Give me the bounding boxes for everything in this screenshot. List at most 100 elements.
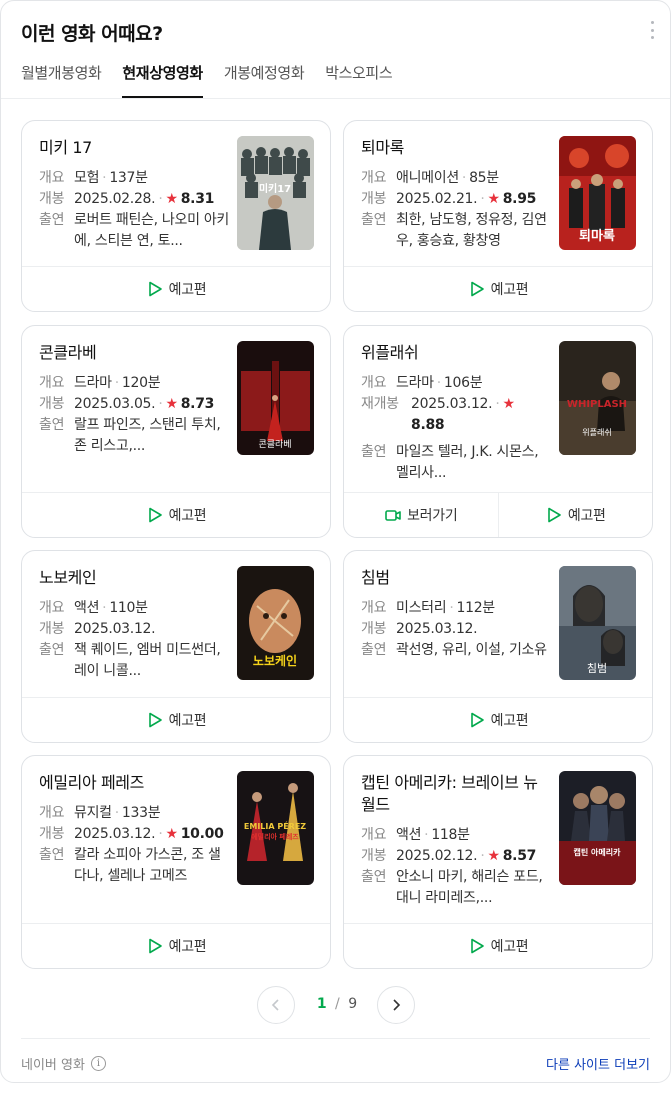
trailer-button[interactable]: 예고편: [344, 924, 652, 968]
genre-label: 개요: [361, 827, 387, 843]
rating-score: 10.00: [180, 826, 224, 842]
chevron-right-icon: [393, 999, 401, 1011]
trailer-label: 예고편: [567, 508, 606, 524]
release-date: 2025.03.05.: [74, 396, 156, 412]
release-date: 2025.03.12.: [74, 621, 156, 637]
trailer-label: 예고편: [490, 939, 529, 955]
movie-title[interactable]: 위플래쉬: [361, 342, 551, 364]
star-icon: ★: [487, 848, 500, 864]
genre-label: 개요: [39, 600, 65, 616]
movie-title[interactable]: 침범: [361, 567, 551, 589]
svg-text:WHIPLASH: WHIPLASH: [567, 399, 627, 410]
trailer-label: 예고편: [168, 282, 207, 298]
genre-value: 액션: [74, 600, 100, 616]
release-label: 개봉: [39, 396, 65, 412]
poster-title-text: EMILIA PÉREZ: [244, 820, 306, 831]
movie-title[interactable]: 콘클라베: [39, 342, 229, 364]
info-icon[interactable]: i: [90, 1056, 106, 1071]
runtime-value: 120분: [121, 375, 161, 391]
cast-label: 출연: [39, 642, 65, 658]
movie-card[interactable]: 미키 17 개요 모험 · 137분 개봉 2025.02.28. · ★ 8.31 출연 로버…: [21, 120, 331, 312]
watch-button[interactable]: 보러가기: [344, 493, 498, 537]
rerelease-label: 재개봉: [361, 396, 399, 412]
movie-poster[interactable]: EMILIA PÉREZ 에밀리아 페레즈: [237, 771, 314, 885]
trailer-button[interactable]: 예고편: [344, 698, 652, 742]
movie-poster[interactable]: 캡틴 아메리카: [559, 771, 636, 885]
poster-title-text: 노보케인: [253, 653, 297, 668]
movie-card[interactable]: 노보케인 개요 액션 · 110분 개봉 2025.03.12. 출연 잭 퀘이드, 엠버…: [21, 550, 331, 743]
movie-card[interactable]: 퇴마록 개요 애니메이션 · 85분 개봉 2025.02.21. · ★ 8.95 출연 최한…: [343, 120, 653, 312]
movie-poster[interactable]: WHIPLASH 위플래쉬: [559, 341, 636, 455]
tab-bar: 월별개봉영화 현재상영영화 개봉예정영화 박스오피스: [21, 59, 413, 99]
more-options-icon[interactable]: [648, 21, 656, 39]
trailer-label: 예고편: [490, 282, 529, 298]
tab-box-office[interactable]: 박스오피스: [325, 59, 392, 98]
movie-title[interactable]: 에밀리아 페레즈: [39, 772, 229, 794]
genre-value: 드라마: [396, 375, 434, 391]
prev-page-button[interactable]: [257, 986, 295, 1024]
runtime-value: 106분: [443, 375, 483, 391]
poster-title-text: 퇴마록: [579, 228, 615, 244]
tab-now-showing[interactable]: 현재상영영화: [122, 59, 204, 98]
poster-title-text: 캡틴 아메리카: [574, 847, 622, 857]
trailer-button[interactable]: 예고편: [22, 493, 330, 537]
movie-poster[interactable]: 콘클라베: [237, 341, 314, 455]
movie-title[interactable]: 미키 17: [39, 137, 229, 159]
star-icon: ★: [165, 826, 178, 842]
panel-title: 이런 영화 어때요?: [21, 23, 163, 45]
movie-poster[interactable]: 미키17: [237, 136, 314, 250]
play-icon: [470, 281, 484, 297]
release-label: 개봉: [361, 621, 387, 637]
cast-label: 출연: [39, 417, 65, 433]
cast-label: 출연: [361, 869, 387, 885]
genre-label: 개요: [39, 805, 65, 821]
movie-card[interactable]: 에밀리아 페레즈 개요 뮤지컬 · 133분 개봉 2025.03.12. · ★ 10.00…: [21, 755, 331, 969]
release-date: 2025.02.21.: [396, 191, 478, 207]
movie-card[interactable]: 캡틴 아메리카: 브레이브 뉴 월드 개요 액션 · 118분 개봉 2025.02.1…: [343, 755, 653, 969]
movie-title[interactable]: 노보케인: [39, 567, 229, 589]
rating-score: 8.31: [180, 191, 215, 207]
tab-monthly-release[interactable]: 월별개봉영화: [21, 59, 102, 98]
runtime-value: 112분: [456, 600, 495, 616]
play-icon: [470, 712, 484, 728]
star-icon: ★: [502, 396, 515, 412]
release-label: 개봉: [361, 191, 387, 207]
runtime-value: 133분: [121, 805, 161, 821]
trailer-button[interactable]: 예고편: [22, 924, 330, 968]
cast-value: 로버트 패틴슨, 나오미 아키에, 스티븐 연, 토...: [74, 212, 229, 249]
tab-upcoming[interactable]: 개봉예정영화: [224, 59, 305, 98]
movie-poster[interactable]: 노보케인: [237, 566, 314, 680]
star-icon: ★: [165, 191, 178, 207]
runtime-value: 118분: [431, 827, 470, 843]
cast-label: 출연: [39, 212, 65, 228]
cast-value: 칼라 소피아 가스콘, 조 샐다나, 셀레나 고메즈: [74, 847, 221, 884]
play-icon: [470, 938, 484, 954]
cast-value: 랄프 파인즈, 스탠리 투치, 존 리스고,...: [74, 417, 221, 454]
release-label: 개봉: [361, 848, 387, 864]
trailer-button[interactable]: 예고편: [497, 493, 653, 537]
next-page-button[interactable]: [377, 986, 415, 1024]
trailer-label: 예고편: [168, 713, 207, 729]
genre-label: 개요: [361, 170, 387, 186]
release-date: 2025.03.12.: [411, 396, 493, 412]
trailer-button[interactable]: 예고편: [344, 267, 652, 311]
genre-value: 모험: [74, 170, 100, 186]
genre-label: 개요: [361, 600, 387, 616]
poster-title-text: 콘클라베: [258, 439, 291, 450]
movie-title[interactable]: 퇴마록: [361, 137, 551, 159]
cast-value: 마일즈 텔러, J.K. 시몬스, 멜리사...: [396, 444, 539, 481]
source-text: 네이버 영화: [21, 1058, 85, 1073]
trailer-button[interactable]: 예고편: [22, 698, 330, 742]
more-sites-link[interactable]: 다른 사이트 더보기: [546, 1054, 650, 1073]
movie-poster[interactable]: 침범: [559, 566, 636, 680]
movie-card[interactable]: 위플래쉬 개요 드라마 · 106분 재개봉 2025.03.12. · ★ 8.88 출연 마…: [343, 325, 653, 538]
cast-label: 출연: [361, 444, 387, 460]
chevron-left-icon: [271, 999, 279, 1011]
poster-title-text: 미키17: [259, 182, 291, 195]
movie-card[interactable]: 콘클라베 개요 드라마 · 120분 개봉 2025.03.05. · ★ 8.73 출연 랄프…: [21, 325, 331, 538]
movie-card[interactable]: 침범 개요 미스터리 · 112분 개봉 2025.03.12. 출연 곽선영, 유리, …: [343, 550, 653, 743]
trailer-button[interactable]: 예고편: [22, 267, 330, 311]
movie-recommendation-panel: 이런 영화 어때요? 월별개봉영화 현재상영영화 개봉예정영화 박스오피스 미키…: [0, 0, 671, 1083]
movie-poster[interactable]: 퇴마록: [559, 136, 636, 250]
movie-title[interactable]: 캡틴 아메리카: 브레이브 뉴 월드: [361, 772, 551, 816]
